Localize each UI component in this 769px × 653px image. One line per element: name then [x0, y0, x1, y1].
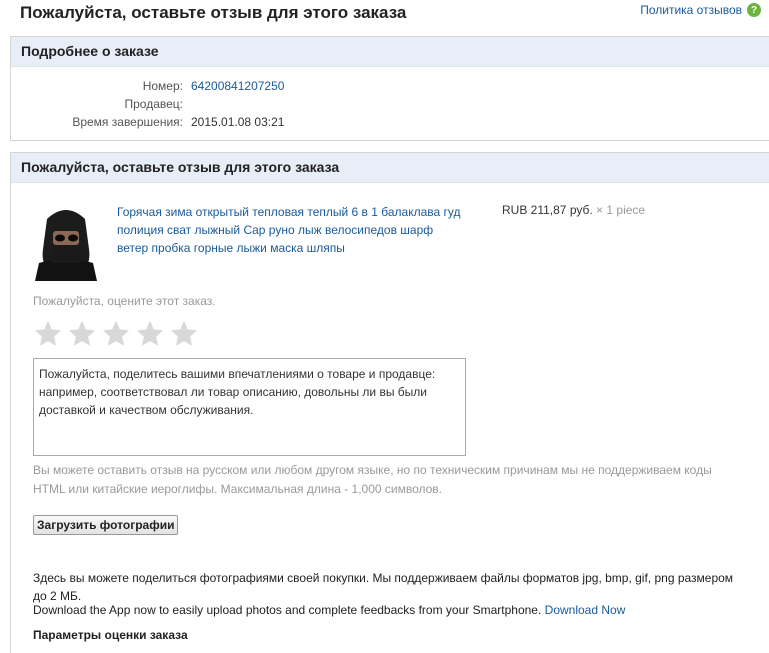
completion-time-row: Время завершения: 2015.01.08 03:21	[11, 113, 769, 131]
order-number-label: Номер:	[142, 79, 183, 93]
quantity-value: × 1 piece	[596, 203, 646, 217]
product-title-link[interactable]: Горячая зима открытый тепловая теплый 6 …	[117, 203, 467, 257]
order-details-panel: Подробнее о заказе Номер: 64200841207250…	[10, 36, 769, 141]
feedback-policy-link[interactable]: Политика отзывов ?	[640, 3, 761, 17]
completion-time-value: 2015.01.08 03:21	[191, 115, 285, 129]
order-details-header: Подробнее о заказе	[11, 37, 769, 67]
star-icon[interactable]	[67, 319, 97, 349]
order-number-link[interactable]: 64200841207250	[191, 77, 284, 95]
seller-row: Продавец:	[11, 95, 769, 113]
order-number-row: Номер: 64200841207250	[11, 77, 769, 95]
star-icon[interactable]	[135, 319, 165, 349]
review-textarea[interactable]	[33, 358, 466, 456]
star-icon[interactable]	[101, 319, 131, 349]
star-rating[interactable]	[33, 319, 199, 349]
price-value: RUB 211,87 руб.	[502, 203, 593, 217]
download-now-link[interactable]: Download Now	[545, 603, 626, 617]
language-note: Вы можете оставить отзыв на русском или …	[33, 463, 712, 496]
help-icon[interactable]: ?	[747, 3, 761, 17]
upload-photos-button[interactable]: Загрузить фотографии	[33, 515, 179, 535]
feedback-header: Пожалуйста, оставьте отзыв для этого зак…	[11, 153, 769, 183]
product-image[interactable]	[33, 201, 99, 281]
feedback-panel: Пожалуйста, оставьте отзыв для этого зак…	[10, 152, 769, 653]
star-icon[interactable]	[33, 319, 63, 349]
photo-note: Здесь вы можете поделиться фотографиями …	[33, 571, 734, 603]
completion-time-label: Время завершения:	[72, 115, 183, 129]
product-price: RUB 211,87 руб. × 1 piece	[502, 203, 645, 217]
policy-link-label: Политика отзывов	[640, 3, 742, 17]
page-title: Пожалуйста, оставьте отзыв для этого зак…	[20, 3, 407, 22]
app-note: Download the App now to easily upload ph…	[33, 603, 625, 617]
rating-prompt: Пожалуйста, оцените этот заказ.	[33, 294, 216, 308]
app-note-text: Download the App now to easily upload ph…	[33, 603, 542, 617]
rating-params-title: Параметры оценки заказа	[33, 628, 188, 642]
star-icon[interactable]	[169, 319, 199, 349]
seller-label: Продавец:	[124, 97, 183, 111]
